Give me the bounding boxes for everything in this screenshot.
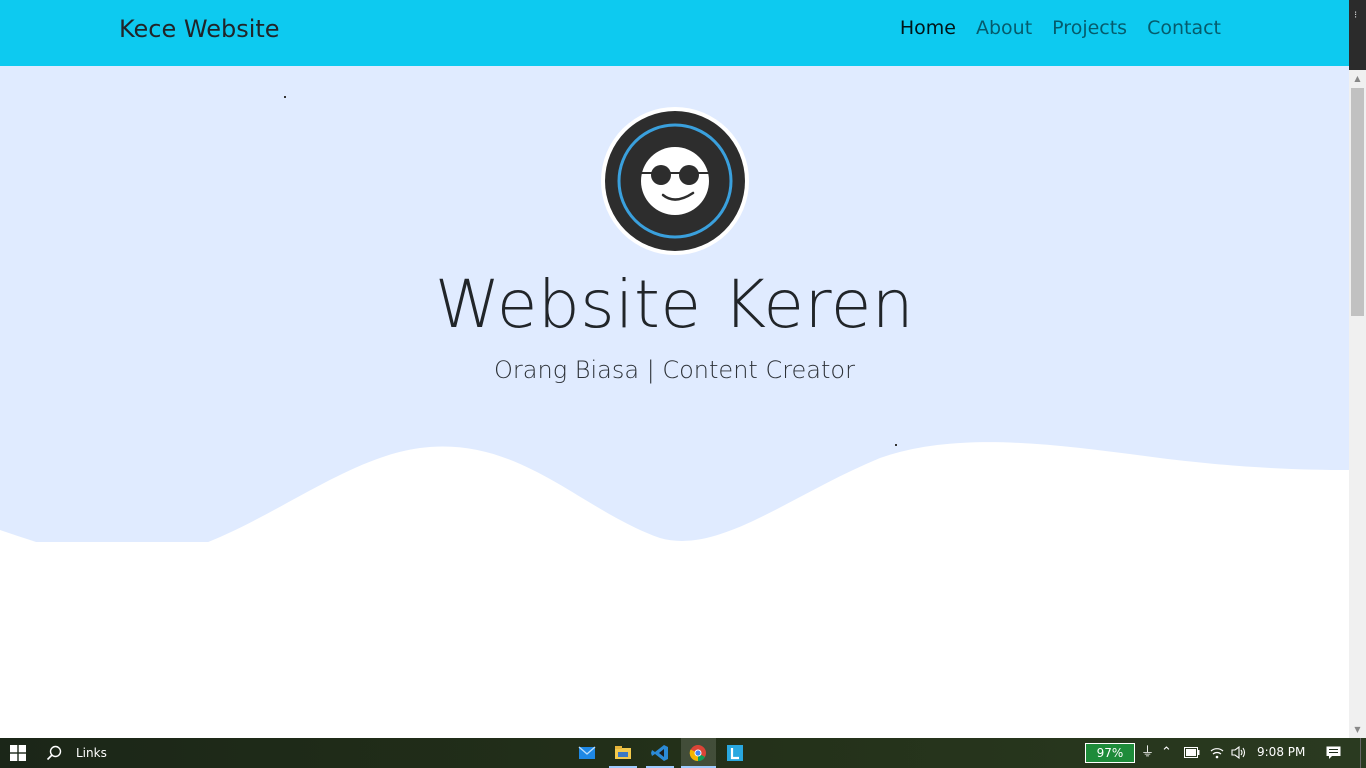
chrome-icon[interactable] — [688, 743, 708, 763]
nav-link-about[interactable]: About — [976, 17, 1032, 39]
battery-icon[interactable] — [1184, 747, 1200, 758]
browser-viewport: Website Keren Orang Biasa | Content Crea… — [0, 0, 1349, 738]
l-app-icon[interactable] — [725, 743, 745, 763]
notification-icon[interactable] — [1326, 746, 1341, 760]
nav-link-contact[interactable]: Contact — [1147, 17, 1221, 39]
plug-icon[interactable]: ⏚ — [1141, 745, 1154, 761]
scroll-up-icon[interactable]: ▲ — [1349, 70, 1366, 87]
volume-icon[interactable] — [1231, 746, 1246, 759]
navbar: Kece Website Home About Projects Contact — [0, 0, 1349, 66]
window-corner: ⁝ — [1349, 0, 1366, 70]
vertical-scrollbar[interactable]: ▲ ▼ — [1349, 70, 1366, 738]
vscode-icon[interactable] — [650, 743, 670, 763]
wave-divider — [0, 442, 1349, 620]
windows-icon — [10, 745, 26, 761]
nav-links: Home About Projects Contact — [900, 17, 1221, 39]
start-button[interactable] — [0, 738, 36, 768]
file-explorer-icon[interactable] — [613, 743, 633, 763]
search-icon — [46, 745, 62, 761]
hero-subtitle: Orang Biasa | Content Creator — [494, 356, 855, 384]
wifi-icon[interactable] — [1210, 746, 1224, 759]
scroll-down-icon[interactable]: ▼ — [1349, 721, 1366, 738]
brand-link[interactable]: Kece Website — [119, 15, 280, 43]
search-label: Links — [76, 746, 107, 760]
taskbar-clock[interactable]: 9:08 PM — [1257, 745, 1305, 759]
mail-icon[interactable] — [577, 743, 597, 763]
hero-title: Website Keren — [434, 266, 915, 343]
show-desktop-divider[interactable] — [1360, 738, 1361, 768]
search-button[interactable]: Links — [40, 738, 110, 768]
taskbar: Links 97% ⏚ ⌃ 9:08 PM — [0, 738, 1366, 768]
nav-link-projects[interactable]: Projects — [1052, 17, 1127, 39]
dot — [895, 444, 897, 446]
nav-link-home[interactable]: Home — [900, 17, 956, 39]
sunglasses-smiley-icon — [605, 111, 745, 251]
chevron-up-icon[interactable]: ⌃ — [1161, 745, 1172, 761]
scroll-thumb[interactable] — [1351, 88, 1364, 316]
avatar — [601, 107, 749, 255]
battery-indicator[interactable]: 97% — [1085, 743, 1135, 763]
dot — [284, 96, 286, 98]
